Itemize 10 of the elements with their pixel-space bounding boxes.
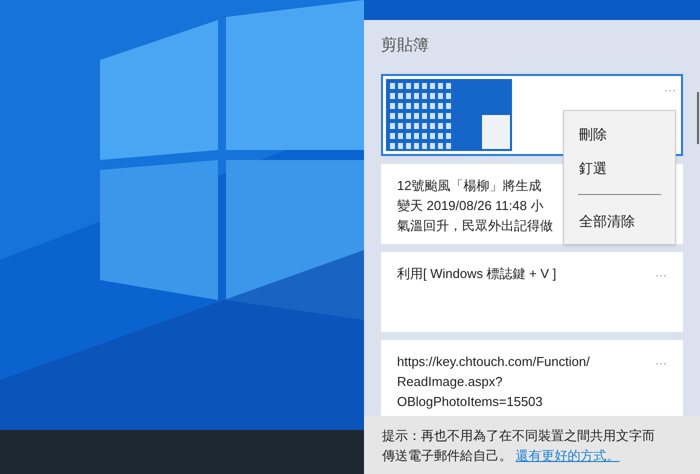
clipboard-item[interactable]: https://key.chtouch.com/Function/ ReadImage.aspx? OBlogPhotoItems=15503 ··· xyxy=(381,340,683,416)
clipboard-text: 利用[ Windows 標誌鍵 + V ] xyxy=(397,265,556,283)
clipboard-text: https://key.chtouch.com/Function/ ReadImage.aspx? OBlogPhotoItems=15503 xyxy=(397,353,590,411)
menu-item[interactable]: 刪除 xyxy=(564,117,675,151)
tip-text: 提示：再也不用為了在不同裝置之間共用文字而傳送電子郵件給自己。 還有更好的方式。 xyxy=(382,427,656,465)
clipboard-item[interactable]: 利用[ Windows 標誌鍵 + V ] ··· xyxy=(381,252,683,332)
panel-title: 剪貼簿 xyxy=(381,36,430,56)
clipboard-text: 12號颱風「楊柳」將生成 變天 2019/08/26 11:48 小 氣溫回升，民眾外出記得做 xyxy=(397,177,553,235)
menu-item[interactable]: 全部清除 xyxy=(564,204,675,238)
scrollbar-thumb[interactable] xyxy=(697,92,699,144)
